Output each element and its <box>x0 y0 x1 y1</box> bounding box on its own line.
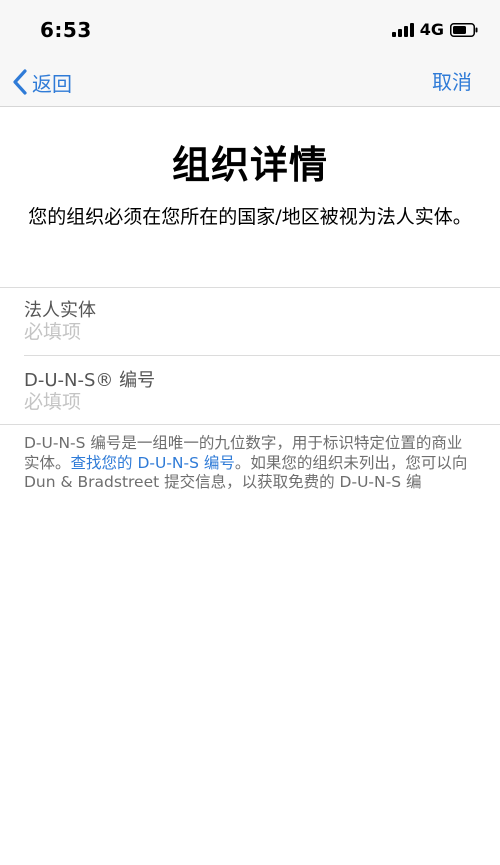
find-duns-link[interactable]: 查找您的 D-U-N-S 编号 <box>71 454 235 472</box>
network-type: 4G <box>419 20 444 39</box>
duns-footnote: D-U-N-S 编号是一组唯一的九位数字，用于标识特定位置的商业实体。查找您的 … <box>24 434 476 493</box>
divider-middle <box>24 355 500 356</box>
status-time: 6:53 <box>40 18 92 42</box>
divider-bottom <box>0 424 500 425</box>
top-bar: 6:53 4G 返回 取消 <box>0 0 500 107</box>
battery-icon <box>450 22 478 37</box>
back-button-label: 返回 <box>32 71 72 96</box>
status-bar: 6:53 4G <box>0 0 500 60</box>
legal-entity-input[interactable] <box>22 318 481 346</box>
page-title: 组织详情 <box>171 143 328 187</box>
divider-top <box>0 287 500 288</box>
signal-icon <box>391 22 414 37</box>
status-indicators: 4G <box>391 20 478 39</box>
navigation-bar: 返回 取消 <box>0 60 500 107</box>
cancel-button[interactable]: 取消 <box>432 66 472 95</box>
back-button[interactable]: 返回 <box>12 64 72 100</box>
page-subtitle: 您的组织必须在您所在的国家/地区被视为法人实体。 <box>28 206 472 228</box>
chevron-left-icon <box>13 69 27 95</box>
duns-input[interactable] <box>22 388 481 416</box>
